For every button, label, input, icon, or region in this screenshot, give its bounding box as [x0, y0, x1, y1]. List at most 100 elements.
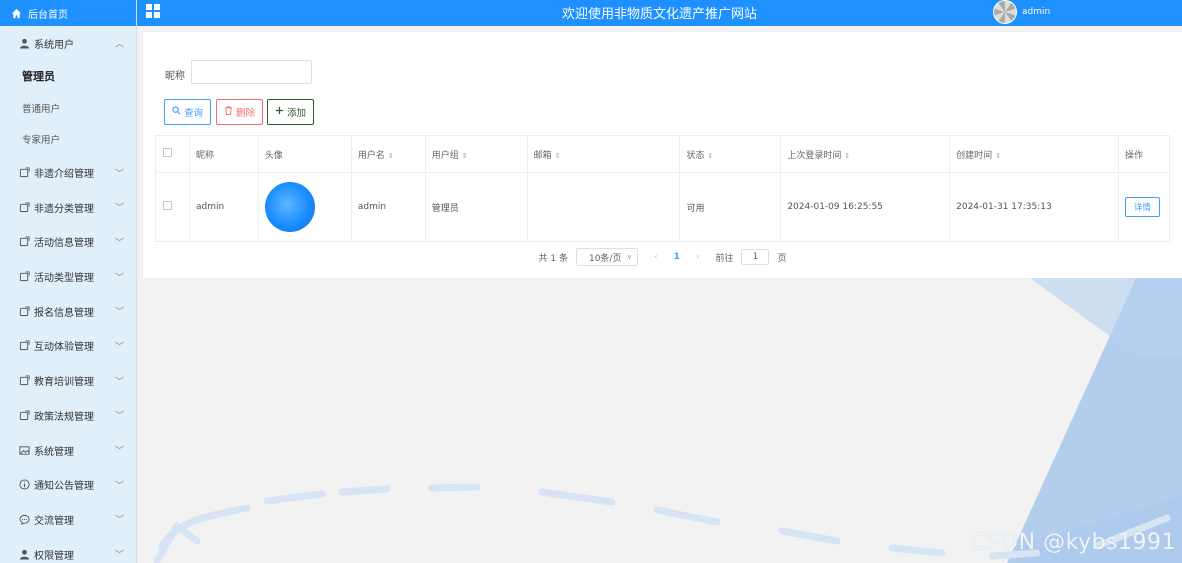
- nickname-filter-label: 昵称: [165, 71, 185, 82]
- add-button-label: 添加: [286, 108, 306, 119]
- page-suffix: 页: [777, 253, 787, 264]
- cell-status: 可用: [679, 172, 782, 242]
- box-icon: [18, 340, 30, 352]
- table-row: admin admin 管理员 可用 2024-01-09 16:25:55 2…: [155, 172, 1171, 242]
- column-header: 头像: [257, 135, 352, 173]
- users-table: 昵称 头像 用户名 ⇕ 用户组 ⇕ 邮箱 ⇕ 状态 ⇕ 上次登录时间 ⇕ 创建时间 ⇕ 操作…: [155, 135, 1171, 242]
- box-icon: [18, 201, 30, 213]
- sidebar-item-admin[interactable]: 管理员: [0, 61, 136, 93]
- column-header[interactable]: 用户组 ⇕: [424, 135, 528, 173]
- nickname-filter-input[interactable]: [191, 60, 312, 84]
- prev-page-icon[interactable]: ‹: [646, 252, 666, 262]
- search-button[interactable]: 查询: [164, 99, 211, 125]
- watermark: CSDN @kybs1991: [970, 530, 1176, 555]
- info-icon: [18, 479, 30, 491]
- chevron-down-icon: ﹀: [114, 307, 124, 318]
- sidebar-group-label: 系统管理: [34, 446, 74, 458]
- delete-button[interactable]: 删除: [216, 99, 263, 125]
- sidebar-home-label: 后台首页: [28, 9, 68, 21]
- sort-icon[interactable]: ⇕: [462, 152, 468, 160]
- sidebar-group[interactable]: 互动体验管理 ﹀: [0, 329, 136, 364]
- page-size-select[interactable]: 10条/页 ∨: [575, 248, 638, 266]
- cell-last-login: 2024-01-09 16:25:55: [780, 172, 951, 242]
- top-bar: 欢迎使用非物质文化遗产推广网站 admin: [137, 0, 1182, 26]
- sidebar-group[interactable]: 通知公告管理 ﹀: [0, 467, 136, 502]
- chevron-down-icon: ﹀: [114, 446, 124, 457]
- row-checkbox[interactable]: [163, 201, 172, 210]
- sidebar-group[interactable]: 活动类型管理 ﹀: [0, 259, 136, 294]
- chevron-up-icon: ︿: [114, 39, 124, 50]
- user-icon: [18, 37, 30, 49]
- column-header[interactable]: 上次登录时间 ⇕: [780, 135, 951, 173]
- pagination: 共 1 条 10条/页 ∨ ‹ 1 › 前往 1 页: [143, 248, 1182, 266]
- sidebar-group-label: 通知公告管理: [34, 481, 94, 493]
- goto-label: 前往: [715, 253, 734, 264]
- box-icon: [18, 305, 30, 317]
- delete-button-label: 删除: [235, 108, 255, 119]
- sidebar-group-system-users[interactable]: 系统用户 ︿: [0, 26, 136, 61]
- sidebar-group[interactable]: 交流管理 ﹀: [0, 502, 136, 537]
- sidebar-home[interactable]: 后台首页: [0, 0, 136, 26]
- next-page-icon[interactable]: ›: [688, 252, 708, 262]
- column-header[interactable]: 状态 ⇕: [679, 135, 782, 173]
- sidebar-group[interactable]: 非遗分类管理 ﹀: [0, 190, 136, 225]
- sidebar: 后台首页 系统用户 ︿ 管理员 普通用户 专家用户 非遗介绍管理 ﹀ 非遗分类管理 ﹀…: [0, 0, 137, 563]
- box-icon: [18, 409, 30, 421]
- plus-icon: [275, 106, 284, 118]
- chat-icon: [18, 513, 30, 525]
- sort-icon[interactable]: ⇕: [844, 152, 850, 160]
- content-card: 昵称 查询 删除 添加 昵称 头像 用户名 ⇕ 用户组 ⇕ 邮箱 ⇕ 状态 ⇕ …: [143, 32, 1182, 278]
- sort-icon[interactable]: ⇕: [388, 152, 394, 160]
- chevron-down-icon: ﹀: [114, 481, 124, 492]
- search-icon: [172, 106, 181, 118]
- chevron-down-icon: ﹀: [114, 273, 124, 284]
- chevron-down-icon: ﹀: [114, 411, 124, 422]
- sidebar-group[interactable]: 活动信息管理 ﹀: [0, 225, 136, 260]
- chevron-down-icon: ﹀: [114, 169, 124, 180]
- column-header[interactable]: 创建时间 ⇕: [949, 135, 1119, 173]
- cell-created: 2024-01-31 17:35:13: [949, 172, 1119, 242]
- column-header[interactable]: 邮箱 ⇕: [526, 135, 681, 173]
- sidebar-item-normal-users[interactable]: 普通用户: [0, 92, 136, 124]
- chevron-down-icon: ﹀: [114, 342, 124, 353]
- sidebar-group-label: 权限管理: [34, 550, 74, 562]
- sidebar-group[interactable]: 教育培训管理 ﹀: [0, 363, 136, 398]
- pagination-total: 共 1 条: [538, 253, 568, 264]
- sidebar-group-label: 报名信息管理: [34, 307, 94, 319]
- cell-username: admin: [350, 172, 426, 242]
- sort-icon[interactable]: ⇕: [995, 152, 1001, 160]
- sidebar-group[interactable]: 报名信息管理 ﹀: [0, 294, 136, 329]
- sort-icon[interactable]: ⇕: [707, 152, 713, 160]
- sidebar-group-label: 政策法规管理: [34, 411, 94, 423]
- sidebar-item-expert-users[interactable]: 专家用户: [0, 124, 136, 156]
- sidebar-group[interactable]: 权限管理 ﹀: [0, 537, 136, 563]
- sort-icon[interactable]: ⇕: [555, 152, 561, 160]
- sidebar-group[interactable]: 非遗介绍管理 ﹀: [0, 155, 136, 190]
- box-icon: [18, 375, 30, 387]
- detail-button[interactable]: 详情: [1124, 197, 1160, 217]
- username-label[interactable]: admin: [1022, 7, 1050, 17]
- chevron-down-icon: ﹀: [114, 203, 124, 214]
- sidebar-group-label: 活动类型管理: [34, 273, 94, 285]
- column-header: 操作: [1117, 135, 1171, 173]
- goto-page-input[interactable]: 1: [741, 249, 770, 265]
- page-number[interactable]: 1: [674, 252, 680, 262]
- sidebar-group-label: 非遗介绍管理: [34, 169, 94, 181]
- main-content: 昵称 查询 删除 添加 昵称 头像 用户名 ⇕ 用户组 ⇕ 邮箱 ⇕ 状态 ⇕ …: [137, 26, 1182, 563]
- box-icon: [18, 236, 30, 248]
- column-header: 昵称: [188, 135, 259, 173]
- select-all-checkbox[interactable]: [163, 148, 172, 157]
- cell-group: 管理员: [424, 172, 528, 242]
- cell-nickname: admin: [188, 172, 259, 242]
- add-button[interactable]: 添加: [267, 99, 314, 125]
- box-icon: [18, 167, 30, 179]
- trash-icon: [224, 106, 233, 118]
- user-avatar[interactable]: [993, 0, 1017, 24]
- sidebar-group[interactable]: 系统管理 ﹀: [0, 433, 136, 468]
- row-avatar: [264, 182, 315, 232]
- column-header[interactable]: 用户名 ⇕: [350, 135, 426, 173]
- sidebar-group[interactable]: 政策法规管理 ﹀: [0, 398, 136, 433]
- search-button-label: 查询: [183, 108, 203, 119]
- sidebar-group-label: 活动信息管理: [34, 238, 94, 250]
- image-icon: [18, 444, 30, 456]
